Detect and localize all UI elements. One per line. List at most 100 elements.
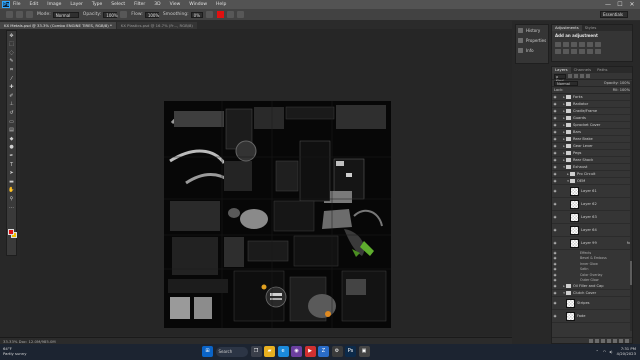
canvas-area[interactable]: [20, 29, 512, 336]
link-layers-icon[interactable]: [589, 338, 593, 343]
exposure-icon[interactable]: [579, 42, 585, 47]
brush-panel-icon[interactable]: [26, 11, 33, 18]
visibility-eye-icon[interactable]: ◉: [552, 130, 558, 134]
crop-tool-icon[interactable]: ⌗: [8, 67, 15, 74]
layer-style-icon[interactable]: [595, 338, 599, 343]
visibility-eye-icon[interactable]: ◉: [552, 215, 558, 219]
mode-select[interactable]: Normal: [52, 11, 79, 18]
visibility-eye-icon[interactable]: ◉: [552, 189, 558, 193]
visibility-eye-icon[interactable]: ◉: [552, 179, 558, 183]
layer-group-row[interactable]: ◉ ▾ Clutch Cover: [552, 290, 632, 297]
visibility-eye-icon[interactable]: ◉: [552, 158, 558, 162]
menu-3d[interactable]: 3D: [154, 2, 160, 7]
invert-icon[interactable]: [587, 49, 593, 54]
menu-select[interactable]: Select: [111, 2, 125, 7]
brush-tool-preset-icon[interactable]: [6, 11, 13, 18]
menu-file[interactable]: File: [13, 2, 21, 7]
visibility-eye-icon[interactable]: ◉: [552, 95, 558, 99]
layer-opacity[interactable]: Opacity: 100%: [604, 81, 630, 85]
opacity-field[interactable]: 100%: [103, 11, 118, 18]
brush-tool-icon[interactable]: ✐: [8, 93, 15, 100]
pressure-size-icon[interactable]: [226, 11, 234, 18]
layers-scrollbar[interactable]: [629, 81, 632, 331]
edge-icon[interactable]: e: [277, 346, 289, 357]
filter-adjustment-icon[interactable]: [574, 74, 578, 78]
eyedropper-tool-icon[interactable]: ⁄: [8, 76, 15, 83]
task-view-icon[interactable]: ❐: [250, 346, 262, 357]
color-balance-icon[interactable]: [555, 49, 561, 54]
dodge-tool-icon[interactable]: ●: [8, 144, 15, 151]
history-panel-button[interactable]: History: [516, 26, 548, 35]
tab-paths[interactable]: Paths: [594, 67, 610, 73]
layer-fill[interactable]: Fill: 100%: [613, 88, 630, 92]
visibility-eye-icon[interactable]: ◉: [552, 251, 558, 255]
visibility-eye-icon[interactable]: ◉: [552, 137, 558, 141]
visibility-eye-icon[interactable]: ◉: [552, 102, 558, 106]
menu-image[interactable]: Image: [47, 2, 61, 7]
clone-stamp-tool-icon[interactable]: ⊥: [8, 101, 15, 108]
minimize-button[interactable]: —: [602, 0, 614, 9]
visibility-eye-icon[interactable]: ◉: [552, 284, 558, 288]
visibility-eye-icon[interactable]: ◉: [552, 165, 558, 169]
eraser-tool-icon[interactable]: ▭: [8, 119, 15, 126]
layer-group-row[interactable]: ◉ ▸ Gear Lever: [552, 143, 632, 150]
menu-edit[interactable]: Edit: [30, 2, 39, 7]
layer-row[interactable]: ◉ Layer 62: [552, 198, 632, 211]
move-tool-icon[interactable]: ✥: [8, 33, 15, 40]
texture-artwork[interactable]: [164, 101, 391, 328]
channel-mixer-icon[interactable]: [579, 49, 585, 54]
type-tool-icon[interactable]: T: [8, 162, 15, 169]
menu-filter[interactable]: Filter: [134, 2, 145, 7]
layer-group-row[interactable]: ◉ ▸ Forks: [552, 94, 632, 101]
pen-tool-icon[interactable]: ✒: [8, 153, 15, 160]
hand-tool-icon[interactable]: ✋: [8, 187, 15, 194]
menu-help[interactable]: Help: [216, 2, 226, 7]
path-select-tool-icon[interactable]: ➤: [8, 170, 15, 177]
visibility-eye-icon[interactable]: ◉: [552, 151, 558, 155]
smoothing-settings-icon[interactable]: [205, 11, 213, 18]
filter-type-icon[interactable]: [580, 74, 584, 78]
layer-row[interactable]: ◉ Layer 61: [552, 185, 632, 198]
close-button[interactable]: ✕: [626, 0, 638, 9]
layer-group-row[interactable]: ◉ ▸ Pegs: [552, 150, 632, 157]
visibility-eye-icon[interactable]: ◉: [552, 241, 558, 245]
filter-pixel-icon[interactable]: [568, 74, 572, 78]
visibility-eye-icon[interactable]: ◉: [552, 144, 558, 148]
marquee-tool-icon[interactable]: ⬚: [8, 41, 15, 48]
wifi-icon[interactable]: ◠: [603, 349, 606, 354]
clock[interactable]: 7:31 PM 4/20/2023: [617, 346, 636, 356]
brush-color-swatch[interactable]: [216, 11, 224, 18]
delete-layer-icon[interactable]: [625, 338, 629, 343]
add-mask-icon[interactable]: [601, 338, 605, 343]
smoothing-field[interactable]: 0%: [190, 11, 203, 18]
weather-widget[interactable]: 64°F Partly sunny: [3, 346, 26, 356]
layer-group-row[interactable]: ◉ ▸ Radiator: [552, 101, 632, 108]
posterize-icon[interactable]: [595, 49, 601, 54]
visibility-eye-icon[interactable]: ◉: [552, 291, 558, 295]
photoshop-taskbar-icon[interactable]: Ps: [345, 346, 356, 357]
menu-window[interactable]: Window: [189, 2, 207, 7]
layers-scroll-thumb[interactable]: [629, 261, 632, 285]
hue-saturation-icon[interactable]: [595, 42, 601, 47]
layer-row[interactable]: ◉ Fade: [552, 310, 632, 323]
visibility-eye-icon[interactable]: ◉: [552, 262, 558, 266]
menu-type[interactable]: Type: [92, 2, 102, 7]
menu-view[interactable]: View: [170, 2, 181, 7]
layer-group-row[interactable]: ◉ ▸ Rear Shock: [552, 157, 632, 164]
properties-panel-button[interactable]: Properties: [516, 36, 548, 45]
new-adjustment-icon[interactable]: [607, 338, 611, 343]
layer-kind-filter[interactable]: ρ Kind: [554, 73, 566, 83]
lasso-tool-icon[interactable]: ◌: [8, 50, 15, 57]
vibrance-icon[interactable]: [587, 42, 593, 47]
menu-layer[interactable]: Layer: [70, 2, 83, 7]
visibility-eye-icon[interactable]: ◉: [552, 256, 558, 260]
photoshop-logo-icon[interactable]: Ps: [2, 1, 10, 8]
visibility-eye-icon[interactable]: ◉: [552, 202, 558, 206]
pinned-app-icon[interactable]: ▣: [358, 346, 370, 357]
layer-group-row[interactable]: ◉ ▾ OEM: [552, 178, 632, 185]
flow-field[interactable]: 100%: [144, 11, 159, 18]
document-tab-plastics[interactable]: KX Plastics.psd @ 16.7% (Fr..., RGB/8): [116, 22, 197, 29]
layer-group-row[interactable]: ◉ ▸ Sprocket Cover: [552, 122, 632, 129]
healing-brush-tool-icon[interactable]: ✚: [8, 84, 15, 91]
taskbar-search[interactable]: Search: [215, 346, 248, 357]
